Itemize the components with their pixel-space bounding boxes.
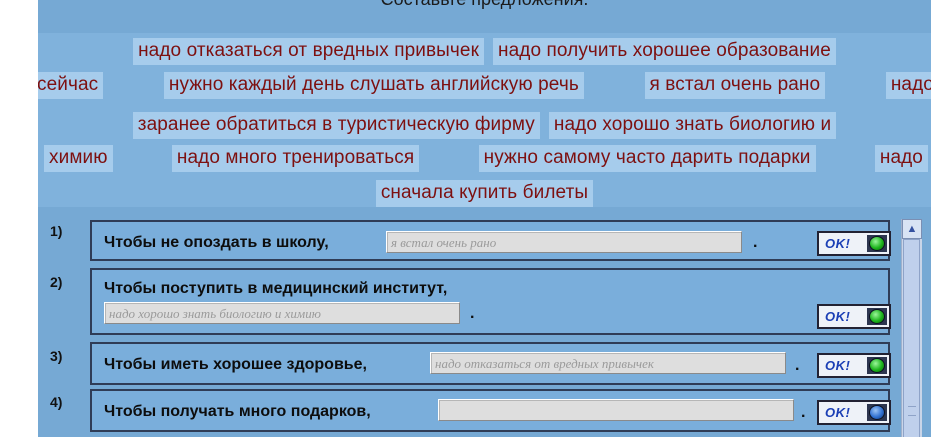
- ok-button[interactable]: OK!: [817, 400, 891, 425]
- sentence-end: .: [753, 234, 758, 251]
- word-chip[interactable]: надо: [885, 72, 931, 99]
- question-list: 1) Чтобы не опоздать в школу, я встал оч…: [38, 211, 931, 437]
- sentence-end: .: [795, 357, 800, 374]
- word-chip[interactable]: сначала купить билеты: [375, 180, 594, 207]
- chevron-up-icon[interactable]: ▲: [902, 219, 922, 239]
- question-text: Чтобы получать много подарков,: [104, 403, 371, 420]
- word-bank-line: химию надо много тренироваться нужно сам…: [44, 145, 928, 172]
- answer-input[interactable]: надо отказаться от вредных привычек: [430, 352, 786, 374]
- page-title: Составьте предложения.: [38, 0, 931, 10]
- answer-input[interactable]: [438, 399, 794, 421]
- word-chip[interactable]: химию: [44, 145, 113, 172]
- question-number: 1): [50, 223, 63, 239]
- ok-button[interactable]: OK!: [817, 304, 891, 329]
- word-chip[interactable]: нужно самому часто дарить подарки: [478, 145, 816, 172]
- word-chip[interactable]: надо: [874, 145, 928, 172]
- word-chip[interactable]: надо получить хорошее образование: [493, 38, 836, 65]
- question-box: Чтобы поступить в медицинский институт, …: [90, 268, 891, 335]
- word-chip[interactable]: я встал очень рано: [644, 72, 826, 99]
- ok-button[interactable]: OK!: [817, 353, 891, 378]
- status-light-icon: [867, 308, 887, 325]
- question-text: Чтобы не опоздать в школу,: [104, 234, 329, 251]
- grip-icon: [908, 406, 916, 416]
- word-bank-line: заранее обратиться в туристическую фирму…: [38, 112, 931, 139]
- ok-label: OK!: [825, 309, 851, 324]
- answer-input[interactable]: надо хорошо знать биологию и химию: [104, 302, 460, 324]
- word-chip[interactable]: надо много тренироваться: [171, 145, 420, 172]
- question-box: Чтобы иметь хорошее здоровье, надо отказ…: [90, 342, 891, 385]
- scroll-thumb[interactable]: [903, 239, 920, 437]
- question-number: 2): [50, 274, 63, 290]
- question-number: 4): [50, 394, 63, 410]
- status-light-icon: [867, 404, 887, 421]
- question-text: Чтобы иметь хорошее здоровье,: [104, 356, 367, 373]
- ok-label: OK!: [825, 236, 851, 251]
- word-bank-line: сначала купить билеты: [38, 180, 931, 207]
- ok-label: OK!: [825, 405, 851, 420]
- exercise-page: Составьте предложения. надо отказаться о…: [38, 0, 931, 437]
- word-chip[interactable]: надо хорошо знать биологию и: [548, 112, 837, 139]
- word-chip[interactable]: заранее обратиться в туристическую фирму: [132, 112, 540, 139]
- word-chip[interactable]: нужно каждый день слушать английскую реч…: [163, 72, 584, 99]
- vertical-scrollbar[interactable]: ▲: [901, 219, 922, 437]
- status-light-icon: [867, 235, 887, 252]
- question-box: Чтобы получать много подарков, . OK!: [90, 389, 891, 432]
- status-light-icon: [867, 357, 887, 374]
- question-text: Чтобы поступить в медицинский институт,: [104, 280, 448, 297]
- ok-button[interactable]: OK!: [817, 231, 891, 256]
- sentence-end: .: [801, 404, 806, 421]
- question-number: 3): [50, 348, 63, 364]
- answer-input[interactable]: я встал очень рано: [386, 231, 742, 253]
- word-chip[interactable]: надо отказаться от вредных привычек: [133, 38, 484, 65]
- ok-label: OK!: [825, 358, 851, 373]
- word-bank-line: сейчас нужно каждый день слушать английс…: [38, 72, 931, 99]
- sentence-end: .: [470, 305, 475, 322]
- word-bank: надо отказаться от вредных привычек надо…: [38, 33, 931, 207]
- word-chip[interactable]: сейчас: [38, 72, 104, 99]
- question-box: Чтобы не опоздать в школу, я встал очень…: [90, 220, 891, 261]
- word-bank-line: надо отказаться от вредных привычек надо…: [38, 38, 931, 65]
